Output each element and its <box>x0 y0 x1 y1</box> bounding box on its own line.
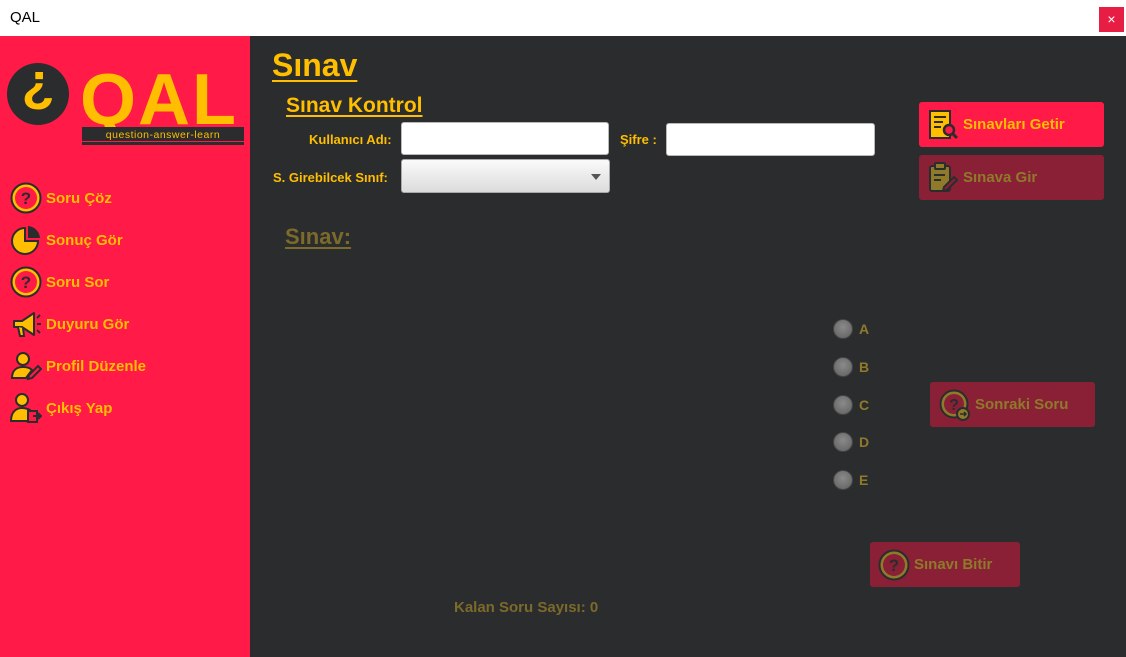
svg-text:?: ? <box>22 60 55 120</box>
user-edit-icon <box>10 352 42 381</box>
user-logout-icon <box>10 393 42 423</box>
radio-indicator <box>833 470 853 490</box>
page-title: Sınav <box>272 47 358 83</box>
enter-exam-label: Sınava Gir <box>963 169 1038 186</box>
question-next-icon: ? <box>939 389 970 421</box>
svg-text:?: ? <box>21 189 31 208</box>
option-label: C <box>859 397 870 413</box>
svg-text:?: ? <box>889 556 899 575</box>
option-label: E <box>859 472 869 488</box>
username-label: Kullanıcı Adı: <box>309 132 392 147</box>
option-b-radio[interactable]: B <box>833 357 869 377</box>
sidebar-item-label: Duyuru Gör <box>46 315 130 333</box>
window-titlebar: QAL × <box>0 0 1126 36</box>
sidebar-item-soru-sor[interactable]: ? Soru Sor <box>10 265 109 299</box>
close-button[interactable]: × <box>1099 7 1124 32</box>
section-title: Sınav Kontrol <box>286 94 423 117</box>
logo-tagline: question-answer-learn <box>106 129 220 141</box>
question-circle-icon: ? <box>10 182 42 214</box>
username-field[interactable] <box>401 122 609 155</box>
option-c-radio[interactable]: C <box>833 395 869 415</box>
svg-text:?: ? <box>21 273 31 292</box>
finish-exam-label: Sınavı Bitir <box>914 556 993 573</box>
document-search-icon <box>929 109 959 139</box>
question-circle-icon: ? <box>10 266 42 298</box>
option-label: D <box>859 434 870 450</box>
question-circle-icon: ? <box>878 549 910 580</box>
sidebar-item-label: Profil Düzenle <box>46 357 147 375</box>
sidebar-item-label: Soru Çöz <box>46 189 112 207</box>
sidebar-item-sonuc-gor[interactable]: Sonuç Gör <box>10 223 123 257</box>
radio-indicator <box>833 319 853 339</box>
megaphone-icon <box>13 312 41 337</box>
pie-chart-icon <box>11 226 40 255</box>
radio-indicator <box>833 432 853 452</box>
class-dropdown[interactable] <box>401 159 610 193</box>
sidebar-item-label: Soru Sor <box>46 273 110 291</box>
radio-indicator <box>833 395 853 415</box>
password-label: Şifre : <box>620 132 657 147</box>
window-title: QAL <box>10 9 41 26</box>
remaining-questions-label: Kalan Soru Sayısı: 0 <box>454 599 599 616</box>
sidebar-item-soru-coz[interactable]: ? Soru Çöz <box>10 181 112 215</box>
qal-logo: ? QAL question-answer-learn <box>7 60 244 145</box>
option-label: B <box>859 359 870 375</box>
chevron-down-icon <box>591 174 601 180</box>
sidebar-item-profil-duzenle[interactable]: Profil Düzenle <box>10 349 146 383</box>
radio-indicator <box>833 357 853 377</box>
sidebar-item-label: Sonuç Gör <box>46 231 123 249</box>
enter-exam-button[interactable]: Sınava Gir <box>919 155 1104 200</box>
next-question-button[interactable]: ? Sonraki Soru <box>930 382 1095 427</box>
get-exams-button[interactable]: Sınavları Getir <box>919 102 1104 147</box>
clipboard-edit-icon <box>929 161 959 192</box>
password-field[interactable] <box>666 123 875 156</box>
next-question-label: Sonraki Soru <box>975 396 1069 413</box>
option-label: A <box>859 321 870 337</box>
option-a-radio[interactable]: A <box>833 319 869 339</box>
get-exams-label: Sınavları Getir <box>963 116 1065 133</box>
sidebar-item-duyuru-gor[interactable]: Duyuru Gör <box>10 307 129 341</box>
sidebar-item-cikis-yap[interactable]: Çıkış Yap <box>10 391 112 425</box>
class-label: S. Girebilcek Sınıf: <box>273 170 388 185</box>
option-e-radio[interactable]: E <box>833 470 868 490</box>
main-panel: Sınav Sınav Kontrol Kullanıcı Adı: Şifre… <box>250 36 1126 657</box>
sidebar-item-label: Çıkış Yap <box>46 399 113 417</box>
exam-question-label: Sınav: <box>285 224 352 249</box>
option-d-radio[interactable]: D <box>833 432 869 452</box>
finish-exam-button[interactable]: ? Sınavı Bitir <box>870 542 1020 587</box>
sidebar: ? QAL question-answer-learn ? Soru Çöz S… <box>0 36 250 657</box>
